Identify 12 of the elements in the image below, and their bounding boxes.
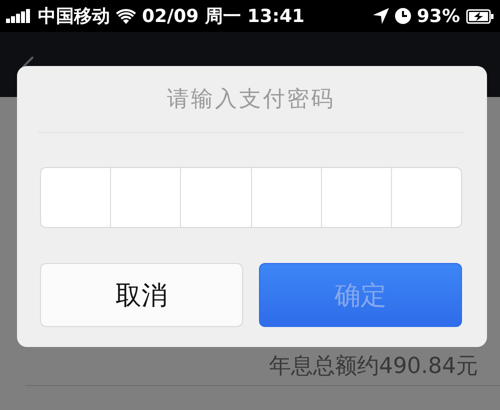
clock-icon xyxy=(394,8,411,24)
cancel-button[interactable]: 取消 xyxy=(40,263,243,327)
signal-icon xyxy=(6,9,32,23)
location-arrow-icon xyxy=(372,8,389,24)
carrier-name: 中国移动 xyxy=(38,5,110,28)
interest-total: 年息总额约490.84元 xyxy=(269,353,478,381)
wifi-icon xyxy=(116,8,136,24)
dialog-title: 请输入支付密码 xyxy=(167,86,335,114)
password-field[interactable] xyxy=(40,166,462,228)
date-time: 02/09 周一 13:41 xyxy=(142,5,305,28)
battery-charging-icon xyxy=(466,8,494,24)
battery-percent: 93% xyxy=(416,6,460,26)
